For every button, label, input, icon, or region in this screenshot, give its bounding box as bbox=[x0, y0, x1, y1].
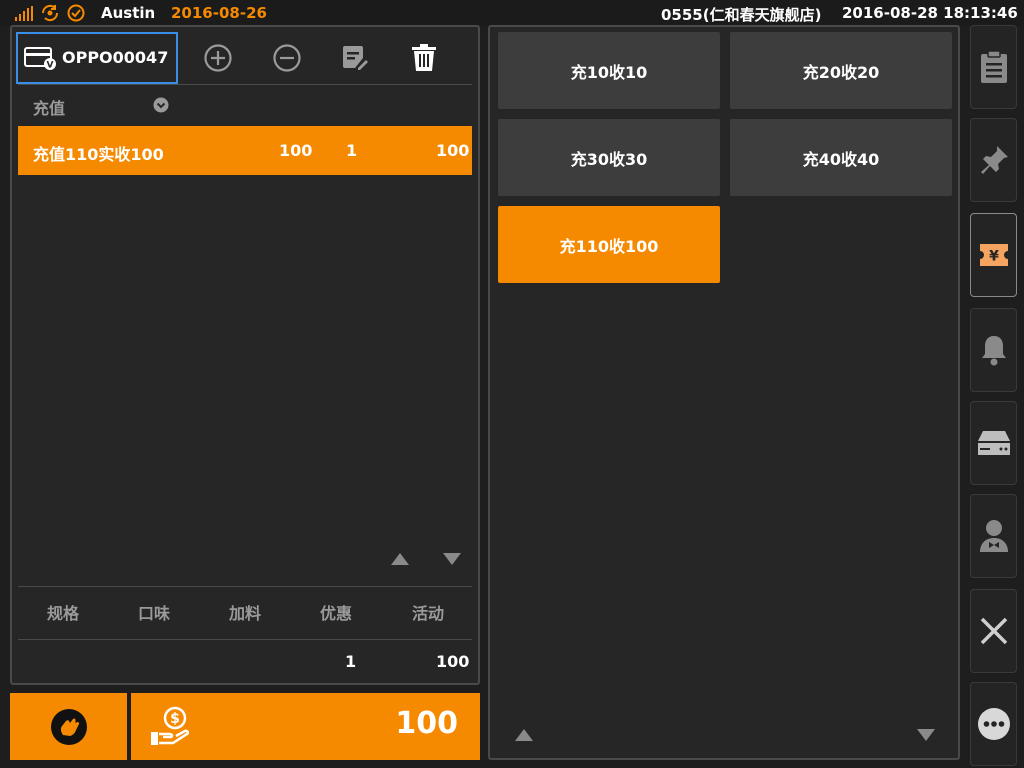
triangle-up-icon bbox=[391, 553, 409, 565]
coin-hand-icon: $ bbox=[149, 706, 193, 752]
triangle-down-icon bbox=[917, 729, 935, 741]
edit-note-button[interactable] bbox=[337, 40, 373, 76]
more-icon bbox=[977, 708, 1010, 740]
bell-icon bbox=[981, 336, 1006, 366]
recharge-option-button-selected[interactable]: 充110收100 bbox=[498, 206, 720, 283]
trash-icon bbox=[412, 44, 436, 71]
sidebar-cash-drawer-button[interactable] bbox=[970, 401, 1017, 485]
options-scroll-up-button[interactable] bbox=[513, 727, 535, 747]
pay-button[interactable]: $ 100 bbox=[131, 693, 480, 760]
drawer-icon bbox=[977, 431, 1010, 455]
sidebar-close-button[interactable] bbox=[970, 589, 1017, 673]
item-name: 充值110实收100 bbox=[33, 145, 164, 164]
tab-topping[interactable]: 加料 bbox=[229, 600, 261, 624]
recharge-option-button[interactable]: 充20收20 bbox=[730, 32, 952, 109]
recharge-option-button[interactable]: 充40收40 bbox=[730, 119, 952, 196]
sidebar-pin-button[interactable] bbox=[970, 118, 1017, 202]
add-button[interactable] bbox=[200, 40, 236, 76]
store-name: 0555(仁和春天旗舰店) bbox=[661, 6, 822, 24]
minus-circle-icon bbox=[273, 44, 301, 72]
yuan-ticket-icon: ¥ bbox=[979, 244, 1008, 266]
category-label: 充值 bbox=[33, 99, 66, 118]
sync-icon bbox=[40, 4, 60, 26]
card-number: OPPO00047 bbox=[62, 48, 169, 67]
check-circle-icon bbox=[67, 4, 85, 26]
close-icon bbox=[980, 617, 1007, 645]
tab-discount[interactable]: 优惠 bbox=[320, 600, 352, 624]
clipboard-icon bbox=[980, 50, 1007, 83]
status-bar: Austin 2016-08-26 0555(仁和春天旗舰店) 2016-08-… bbox=[0, 0, 1024, 26]
sidebar-orders-button[interactable] bbox=[970, 25, 1017, 109]
tab-spec[interactable]: 规格 bbox=[47, 600, 79, 624]
triangle-down-icon bbox=[443, 553, 461, 565]
order-row[interactable]: 充值110实收100 100 1 100 bbox=[18, 126, 472, 175]
hand-gesture-icon bbox=[50, 708, 87, 745]
divider bbox=[18, 84, 472, 85]
tab-promotion[interactable]: 活动 bbox=[412, 600, 444, 624]
recharge-option-button[interactable]: 充10收10 bbox=[498, 32, 720, 109]
gesture-button[interactable] bbox=[10, 693, 127, 760]
divider bbox=[18, 586, 472, 587]
signal-icon bbox=[14, 6, 34, 26]
category-dropdown-button[interactable] bbox=[153, 97, 169, 117]
remove-button[interactable] bbox=[269, 40, 305, 76]
triangle-up-icon bbox=[515, 729, 533, 741]
chevron-down-icon bbox=[153, 97, 169, 113]
waiter-icon bbox=[979, 520, 1008, 552]
svg-text:¥: ¥ bbox=[989, 249, 999, 265]
divider bbox=[18, 639, 472, 640]
pin-icon bbox=[980, 146, 1008, 174]
options-scroll-down-button[interactable] bbox=[915, 727, 937, 747]
sidebar-recharge-button[interactable]: ¥ bbox=[970, 213, 1017, 297]
user-name: Austin bbox=[101, 4, 156, 22]
item-amount: 100 bbox=[436, 141, 470, 160]
svg-text:V: V bbox=[47, 61, 54, 71]
delete-button[interactable] bbox=[406, 40, 442, 76]
plus-circle-icon bbox=[204, 44, 232, 72]
sidebar-more-button[interactable] bbox=[970, 682, 1017, 766]
sidebar-waiter-button[interactable] bbox=[970, 494, 1017, 578]
card-icon: V bbox=[24, 46, 56, 74]
total-amount: 100 bbox=[436, 652, 470, 671]
item-price: 100 bbox=[279, 141, 313, 160]
member-card-button[interactable]: V OPPO00047 bbox=[16, 32, 178, 84]
item-qty: 1 bbox=[346, 141, 358, 160]
edit-note-icon bbox=[343, 46, 368, 70]
tab-flavor[interactable]: 口味 bbox=[138, 600, 170, 624]
scroll-down-button[interactable] bbox=[441, 551, 463, 571]
current-datetime: 2016-08-28 18:13:46 bbox=[842, 4, 1018, 22]
scroll-up-button[interactable] bbox=[389, 551, 411, 571]
pay-amount: 100 bbox=[395, 706, 458, 741]
sidebar-notification-button[interactable] bbox=[970, 308, 1017, 392]
total-qty: 1 bbox=[345, 652, 357, 671]
svg-text:$: $ bbox=[170, 711, 180, 727]
business-date: 2016-08-26 bbox=[171, 4, 267, 22]
recharge-option-button[interactable]: 充30收30 bbox=[498, 119, 720, 196]
